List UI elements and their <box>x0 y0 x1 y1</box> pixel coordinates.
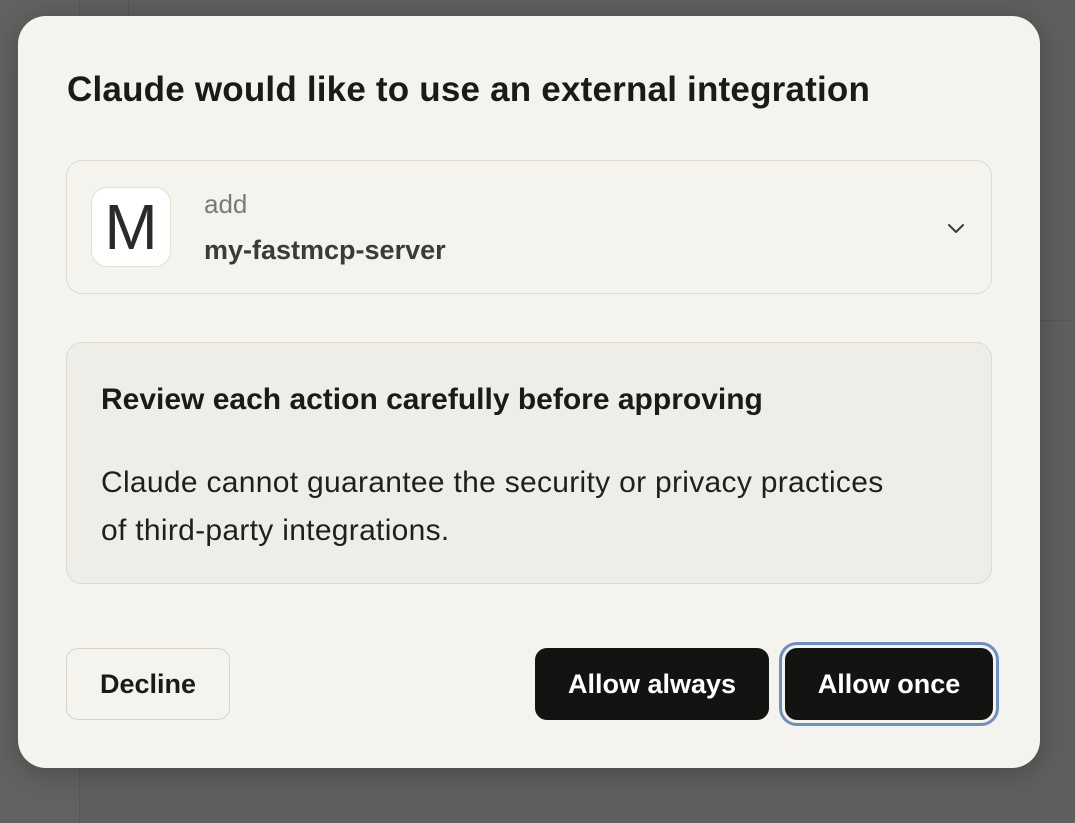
chevron-down-icon[interactable] <box>945 217 967 239</box>
tool-action-name: add <box>204 189 248 219</box>
decline-button[interactable]: Decline <box>66 648 230 720</box>
server-avatar: M <box>91 187 171 267</box>
tool-details-toggle[interactable]: M add my-fastmcp-server <box>66 160 992 294</box>
server-name: my-fastmcp-server <box>204 235 446 265</box>
integration-permission-dialog: Claude would like to use an external int… <box>18 16 1040 768</box>
warning-heading: Review each action carefully before appr… <box>101 383 763 416</box>
background-divider <box>1040 320 1075 321</box>
allow-once-button[interactable]: Allow once <box>779 642 999 726</box>
allow-always-button[interactable]: Allow always <box>535 648 769 720</box>
warning-body: Claude cannot guarantee the security or … <box>101 466 884 547</box>
security-warning: Review each action carefully before appr… <box>66 342 992 584</box>
dialog-title: Claude would like to use an external int… <box>67 70 871 109</box>
